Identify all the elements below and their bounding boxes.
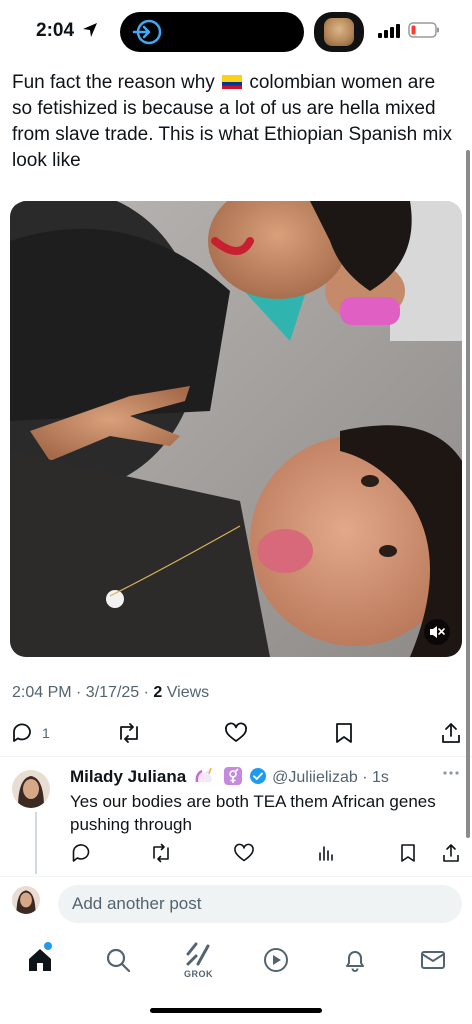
status-bar: 2:04 xyxy=(0,0,472,60)
reply-author-name[interactable]: Milady Juliana xyxy=(70,767,186,786)
thread-line xyxy=(35,812,37,874)
home-indicator xyxy=(150,1008,322,1013)
divider xyxy=(0,756,472,757)
transgender-symbol-icon xyxy=(223,767,242,785)
video-play-icon[interactable] xyxy=(262,946,290,974)
scrollbar[interactable] xyxy=(466,150,470,838)
share-icon[interactable] xyxy=(440,842,462,864)
views-count: 2 xyxy=(153,684,163,701)
notification-dot xyxy=(44,942,52,950)
location-arrow-icon xyxy=(83,23,97,37)
share-icon xyxy=(442,723,460,743)
bottom-navigation: GROK xyxy=(0,930,472,990)
status-time: 2:04 xyxy=(36,20,75,41)
post-video[interactable] xyxy=(10,201,462,657)
like-button[interactable] xyxy=(224,720,248,746)
bell-icon[interactable] xyxy=(341,946,369,974)
post-timestamp: 2:04 PM · 3/17/25 · xyxy=(12,684,154,701)
share-button[interactable] xyxy=(440,720,462,746)
video-frame xyxy=(10,201,462,657)
colombia-flag-icon xyxy=(222,75,243,89)
bookmark-icon xyxy=(336,723,352,743)
bookmark-icon[interactable] xyxy=(397,842,419,864)
reply-avatar[interactable] xyxy=(12,770,50,808)
unicorn-icon xyxy=(195,767,212,783)
verified-badge-icon xyxy=(250,768,267,784)
screen-share-icon xyxy=(132,19,162,45)
views-label: Views xyxy=(162,684,210,701)
repost-button[interactable] xyxy=(116,720,142,746)
reply-author-handle[interactable]: @Juliielizab xyxy=(272,769,358,786)
avatar-image xyxy=(12,886,40,914)
heart-icon xyxy=(225,722,247,742)
reply-actions xyxy=(60,842,472,866)
post-actions: 1 xyxy=(0,716,472,752)
bookmark-button[interactable] xyxy=(333,720,355,746)
reply-icon xyxy=(13,723,31,742)
reply-button[interactable]: 1 xyxy=(10,720,50,746)
thumbnail-image xyxy=(324,18,354,46)
reply-text: Yes our bodies are both TEA them African… xyxy=(70,792,436,834)
search-icon[interactable] xyxy=(104,946,132,974)
more-options-icon[interactable] xyxy=(442,768,460,778)
mute-button[interactable] xyxy=(424,619,450,645)
muted-speaker-icon xyxy=(430,626,445,638)
signal-icon xyxy=(378,24,400,38)
reply-header: Milady Juliana @Juliielizab · 1s xyxy=(70,766,462,788)
now-playing-thumbnail[interactable] xyxy=(314,12,364,52)
analytics-icon[interactable] xyxy=(315,842,337,864)
add-post-input[interactable]: Add another post xyxy=(58,885,462,923)
compose-avatar xyxy=(12,886,40,914)
mail-icon[interactable] xyxy=(419,946,447,974)
repost-icon xyxy=(120,723,138,743)
grok-icon[interactable] xyxy=(184,940,212,968)
battery-icon xyxy=(408,22,439,38)
reply-time: · 1s xyxy=(357,769,389,786)
grok-label: GROK xyxy=(184,969,213,979)
repost-icon[interactable] xyxy=(150,842,172,864)
reply-count: 1 xyxy=(42,725,50,741)
post-text: Fun fact the reason why colombian women … xyxy=(12,70,460,174)
dynamic-island xyxy=(120,12,304,52)
avatar-image xyxy=(12,770,50,808)
post-text-start: Fun fact the reason why xyxy=(12,72,221,93)
divider xyxy=(0,876,472,877)
home-icon[interactable] xyxy=(26,946,54,974)
post-meta: 2:04 PM · 3/17/25 · 2 Views xyxy=(12,684,209,702)
heart-icon[interactable] xyxy=(233,842,255,864)
reply-icon[interactable] xyxy=(70,842,92,864)
